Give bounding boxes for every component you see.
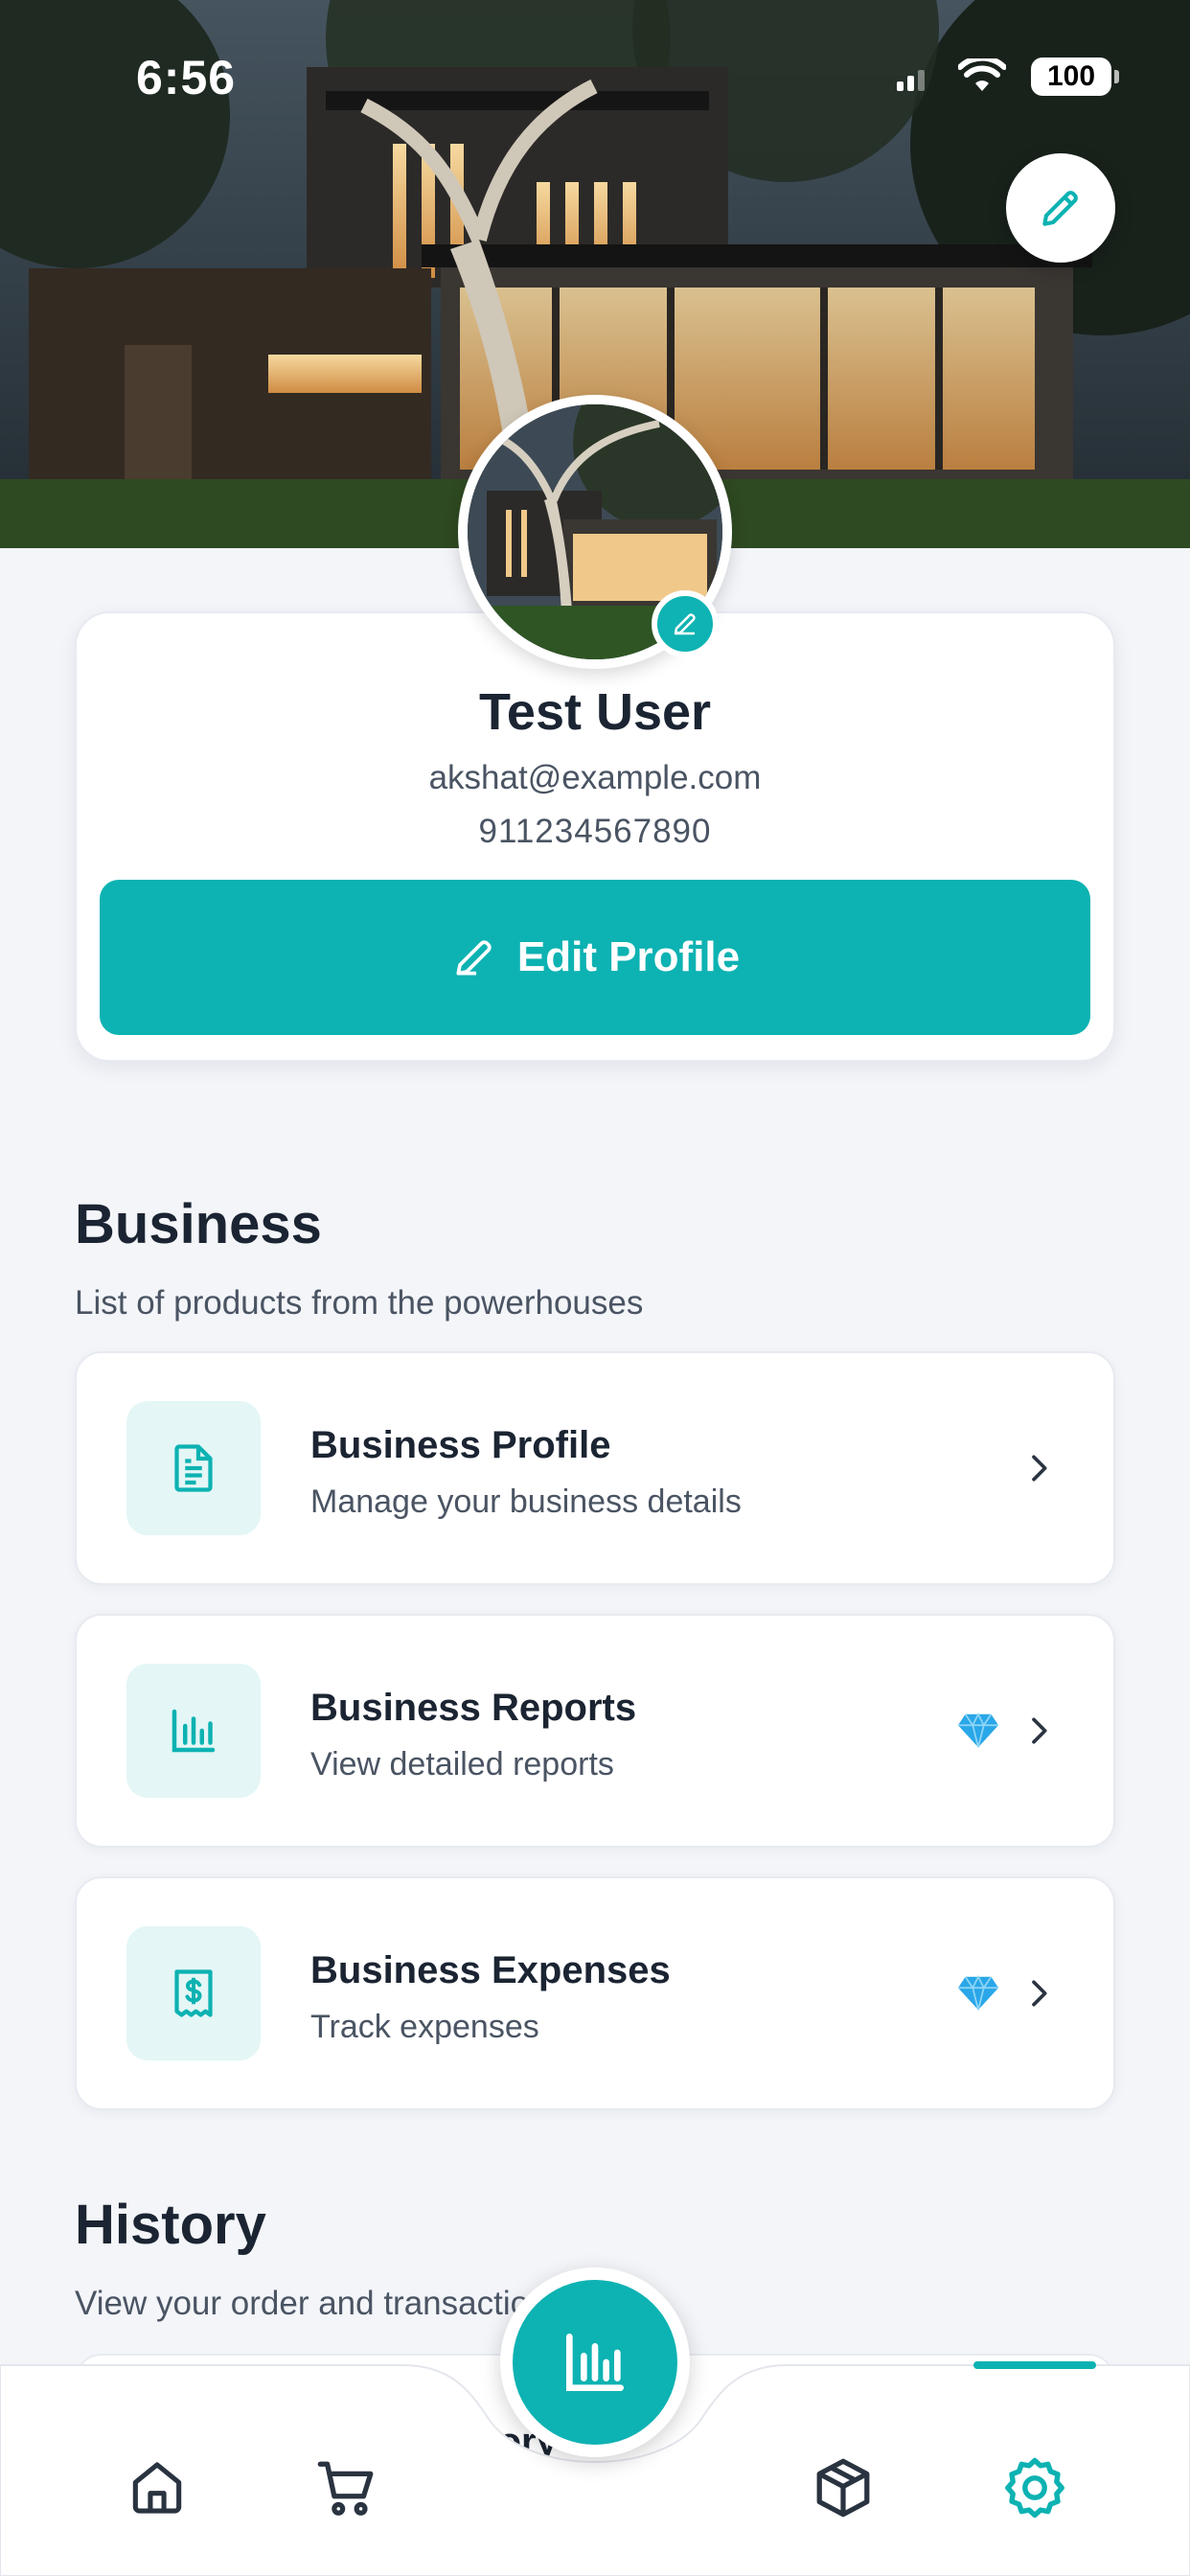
cart-icon — [317, 2461, 374, 2516]
status-bar: 6:56 100 — [0, 0, 1190, 153]
wifi-icon — [958, 58, 1006, 91]
history-section-title: History — [75, 2194, 266, 2256]
menu-item-title: Business Expenses — [310, 1949, 671, 1991]
chevron-right-icon — [1032, 1980, 1047, 2007]
business-reports-item[interactable]: Business Reports View detailed reports — [75, 1614, 1115, 1848]
status-icons: 100 — [895, 58, 1119, 96]
menu-item-title: Business Reports — [310, 1687, 637, 1729]
menu-item-subtitle: View detailed reports — [310, 1746, 614, 1782]
premium-diamond-icon — [957, 1974, 999, 2011]
battery-icon: 100 — [1031, 58, 1119, 96]
business-section-subtitle: List of products from the powerhouses — [75, 1284, 644, 1322]
reports-fab-button[interactable] — [500, 2267, 690, 2457]
menu-item-title: Business Profile — [310, 1424, 611, 1466]
nav-home[interactable] — [109, 2440, 205, 2536]
menu-item-subtitle: Track expenses — [310, 2009, 539, 2045]
nav-products[interactable] — [795, 2440, 891, 2536]
box-icon — [816, 2458, 870, 2518]
active-tab-indicator — [973, 2361, 1096, 2369]
bar-chart-icon — [566, 2334, 624, 2391]
nav-cart[interactable] — [299, 2440, 395, 2536]
status-time: 6:56 — [136, 51, 237, 104]
edit-profile-button[interactable]: Edit Profile — [100, 880, 1090, 1035]
premium-diamond-icon — [957, 1712, 999, 1748]
menu-icon-box — [126, 1664, 261, 1798]
business-profile-item[interactable]: Business Profile Manage your business de… — [75, 1351, 1115, 1585]
business-section-title: Business — [75, 1193, 322, 1255]
profile-name: Test User — [478, 683, 712, 741]
menu-icon-box — [126, 1401, 261, 1535]
pencil-icon — [1042, 191, 1078, 226]
signal-icon — [897, 70, 925, 91]
edit-cover-button[interactable] — [1006, 153, 1115, 263]
profile-phone: 911234567890 — [478, 813, 712, 850]
fab-inner — [513, 2280, 677, 2445]
business-expenses-item[interactable]: Business Expenses Track expenses — [75, 1876, 1115, 2110]
profile-email: akshat@example.com — [428, 759, 762, 796]
menu-item-subtitle: Manage your business details — [310, 1484, 742, 1520]
chevron-right-icon — [1032, 1455, 1047, 1482]
edit-profile-label: Edit Profile — [516, 933, 741, 980]
settings-icon — [1005, 2457, 1064, 2518]
nav-settings[interactable] — [987, 2440, 1083, 2536]
bar-chart-icon — [172, 1709, 216, 1753]
document-icon — [174, 1444, 213, 1492]
pencil-icon — [456, 940, 492, 976]
avatar-edit-button[interactable] — [652, 590, 719, 657]
chevron-right-icon — [1032, 1717, 1047, 1744]
home-icon — [132, 2462, 182, 2514]
receipt-dollar-icon — [174, 1969, 213, 2017]
menu-icon-box — [126, 1926, 261, 2060]
pencil-icon — [674, 613, 696, 635]
